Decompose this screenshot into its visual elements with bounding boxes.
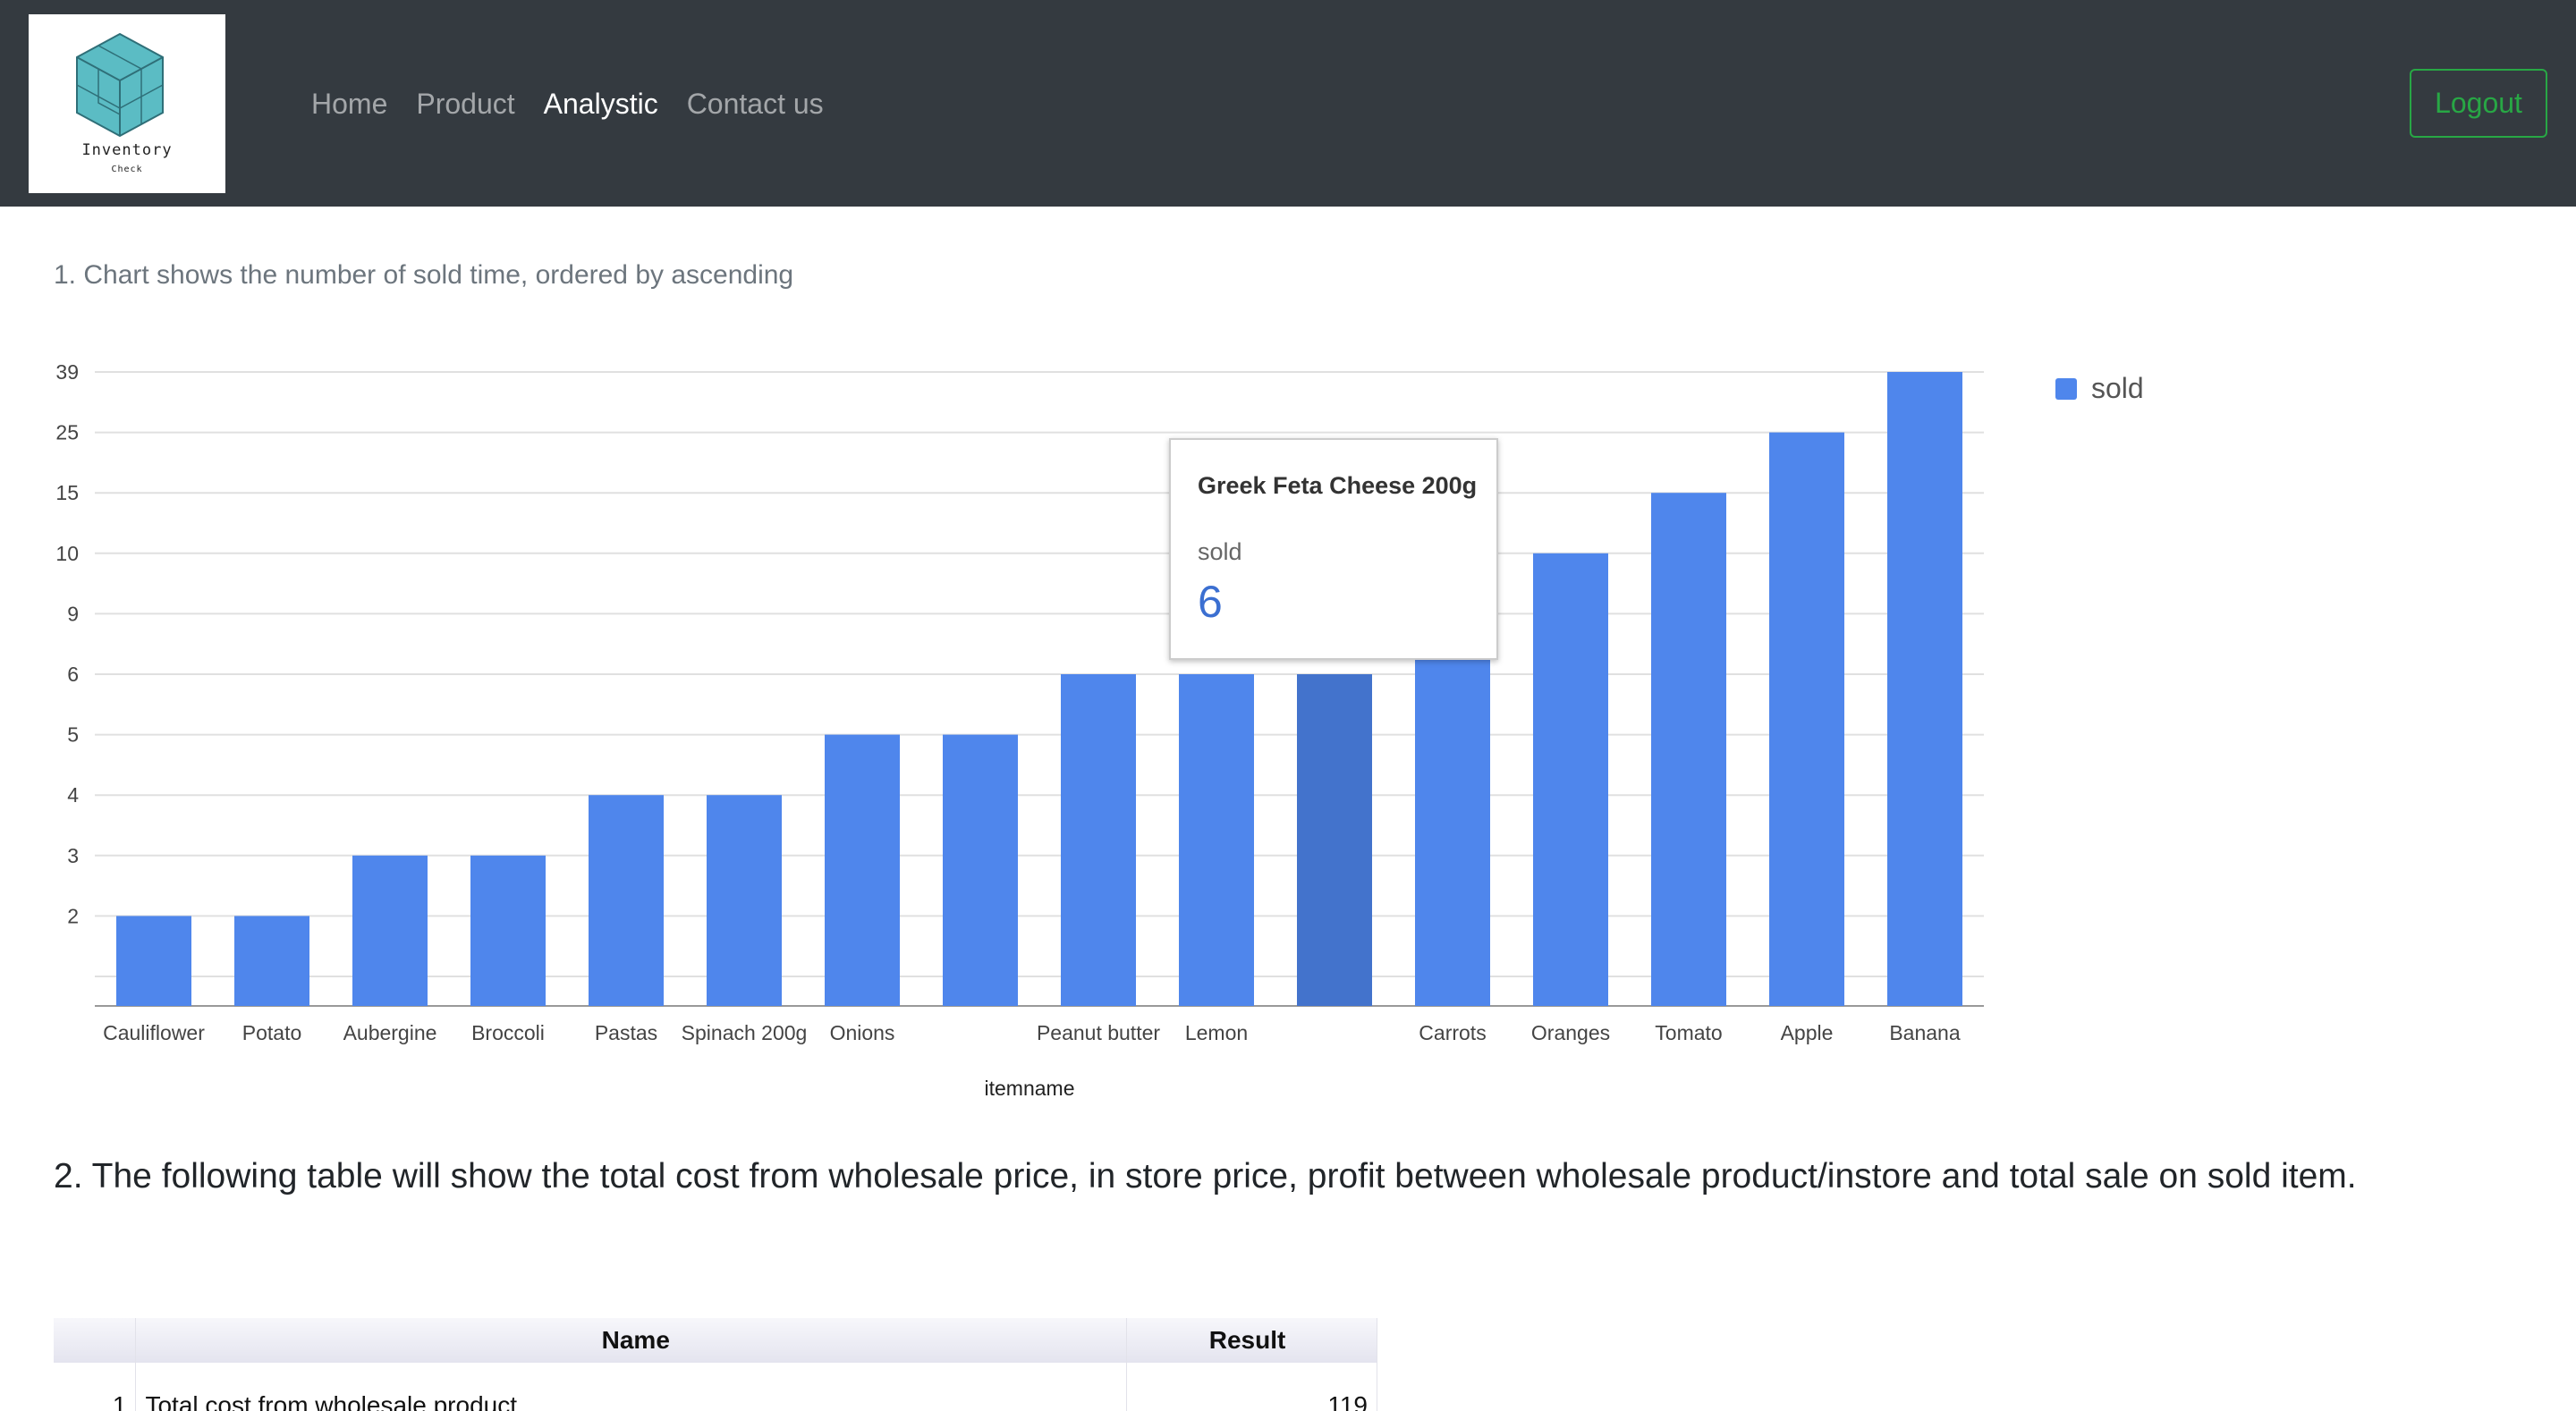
- results-table: Name Result 1 Total cost from wholesale …: [54, 1318, 1377, 1411]
- row-index: 1: [54, 1363, 137, 1411]
- nav-contact-us[interactable]: Contact us: [687, 86, 824, 122]
- header-result[interactable]: Result: [1126, 1318, 1377, 1363]
- y-tick-label: 6: [67, 663, 79, 686]
- bar-unlabeled: [943, 734, 1018, 1006]
- y-tick-label: 4: [67, 783, 79, 807]
- y-tick-label: 3: [67, 844, 79, 867]
- bar-carrots: [1415, 633, 1490, 1006]
- x-tick-label: Onions: [830, 1021, 895, 1044]
- tooltip-item-name: Greek Feta Cheese 200g: [1198, 472, 1478, 499]
- cube-logo-icon: [76, 32, 164, 138]
- x-tick-label: Pastas: [595, 1021, 657, 1044]
- x-tick-label: Lemon: [1185, 1021, 1248, 1044]
- bar-potato: [234, 916, 309, 1006]
- x-tick-label: Banana: [1889, 1021, 1961, 1044]
- row-result: 119: [1126, 1363, 1377, 1411]
- bar-unlabeled: [1297, 674, 1372, 1006]
- legend-label: sold: [2091, 372, 2144, 404]
- logo-text: Inventory: [81, 141, 173, 159]
- x-tick-label: Peanut butter: [1037, 1021, 1160, 1044]
- x-tick-label: Spinach 200g: [682, 1021, 808, 1044]
- legend-swatch: [2055, 377, 2077, 400]
- bar-onions: [825, 734, 900, 1006]
- row-name: Total cost from wholesale product: [135, 1363, 1128, 1411]
- bar-oranges: [1533, 553, 1608, 1006]
- bar-apple: [1769, 432, 1844, 1007]
- y-tick-label: 10: [55, 542, 79, 565]
- tooltip-value: 6: [1198, 577, 1223, 627]
- bar-aubergine: [352, 855, 428, 1006]
- tooltip-series-name: sold: [1198, 538, 1242, 565]
- chart-legend[interactable]: sold: [2055, 372, 2144, 405]
- y-tick-label: 2: [67, 904, 79, 927]
- logo-subtext: Check: [111, 165, 143, 174]
- x-tick-label: Potato: [242, 1021, 302, 1044]
- bar-cauliflower: [116, 916, 191, 1006]
- header-name[interactable]: Name: [135, 1318, 1128, 1363]
- y-tick-label: 25: [55, 421, 79, 444]
- nav-home[interactable]: Home: [311, 86, 387, 122]
- bar-spinach-200g: [707, 795, 782, 1006]
- nav-links: Home Product Analystic Contact us: [311, 86, 852, 122]
- y-tick-label: 5: [67, 723, 79, 747]
- logo[interactable]: Inventory Check: [29, 14, 225, 193]
- y-tick-label: 39: [55, 360, 79, 384]
- x-tick-label: Aubergine: [343, 1021, 437, 1044]
- nav-analystic[interactable]: Analystic: [544, 86, 658, 122]
- y-tick-label: 9: [67, 602, 79, 625]
- chart-tooltip: Greek Feta Cheese 200g sold 6: [1169, 438, 1498, 660]
- x-tick-label: Oranges: [1531, 1021, 1610, 1044]
- x-tick-label: Carrots: [1419, 1021, 1486, 1044]
- nav-product[interactable]: Product: [416, 86, 514, 122]
- x-tick-label: Cauliflower: [103, 1021, 205, 1044]
- x-tick-label: Tomato: [1655, 1021, 1722, 1044]
- table-row[interactable]: 1 Total cost from wholesale product 119: [54, 1363, 1377, 1411]
- logout-button[interactable]: Logout: [2410, 69, 2547, 138]
- header-index: [54, 1318, 137, 1363]
- sold-bar-chart: 2 3 4 5 6 9 10 15 25 39 Cauliflower Potato Aubergine…: [55, 360, 1984, 1100]
- bar-banana: [1887, 372, 1962, 1006]
- navbar: Inventory Check Home Product Analystic C…: [0, 0, 2576, 207]
- table-section-title: 2. The following table will show the tot…: [54, 1157, 2357, 1196]
- y-tick-label: 15: [55, 481, 79, 504]
- bar-tomato: [1651, 493, 1726, 1006]
- bar-lemon: [1179, 674, 1254, 1006]
- x-tick-label: Broccoli: [471, 1021, 545, 1044]
- table-header-row: Name Result: [54, 1318, 1377, 1363]
- bar-peanut-butter: [1061, 674, 1136, 1006]
- x-axis-title: itemname: [985, 1077, 1075, 1100]
- bar-pastas: [589, 795, 664, 1006]
- bar-broccoli: [470, 855, 546, 1006]
- chart-section-title: 1. Chart shows the number of sold time, …: [54, 260, 794, 290]
- x-tick-label: Apple: [1781, 1021, 1834, 1044]
